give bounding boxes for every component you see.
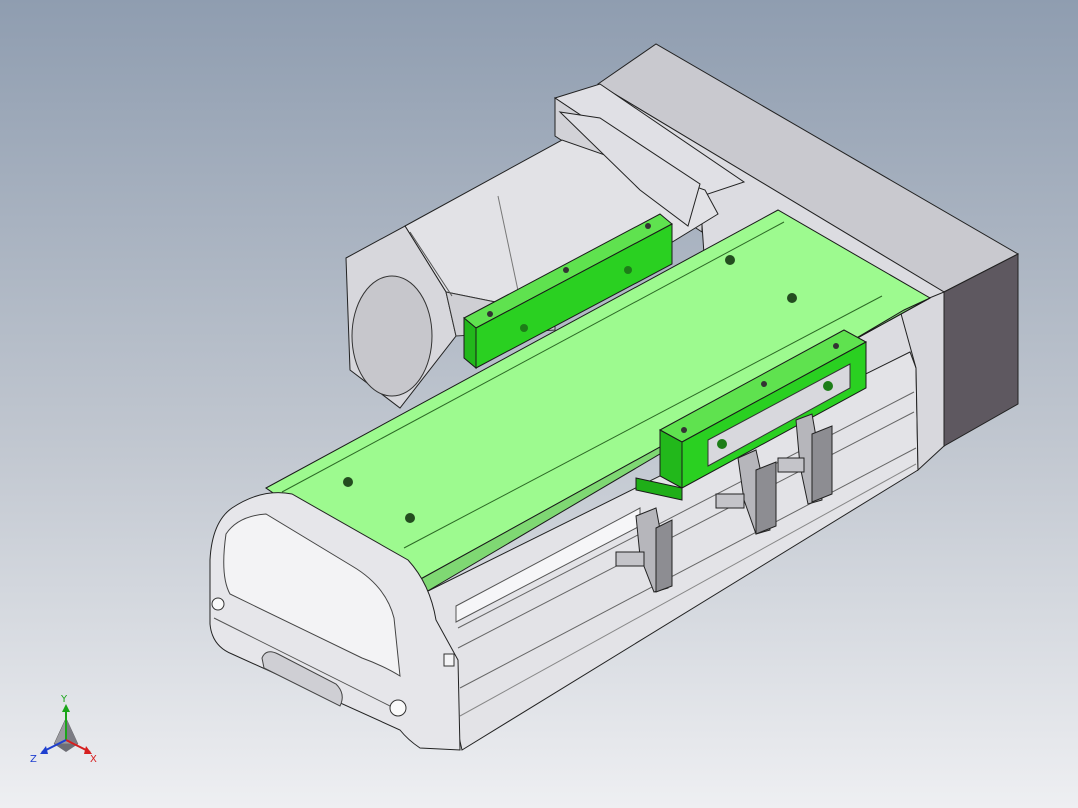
z-axis-label: Z [30,754,37,765]
orientation-triad[interactable]: Y X Z [26,694,106,774]
y-axis-label: Y [60,694,68,705]
x-axis-label: X [90,754,97,765]
cad-model[interactable] [0,0,1078,808]
graphics-viewport[interactable]: Y X Z [0,0,1078,808]
